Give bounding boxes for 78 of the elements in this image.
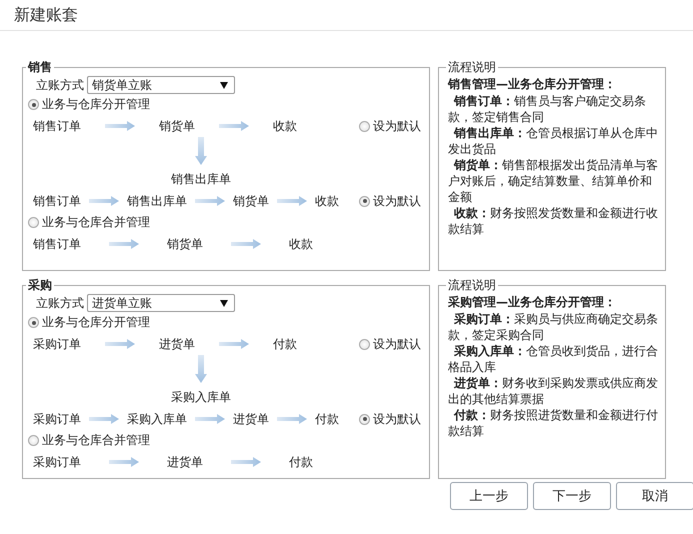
radio-label: 设为默认 — [373, 192, 421, 210]
flow-step: 采购订单 — [33, 454, 81, 470]
flow-step: 进货单 — [233, 410, 269, 428]
dialog-title: 新建账套 — [14, 4, 78, 26]
help-text: 付款：财务按照进货数量和金额进行付款结算 — [448, 407, 659, 439]
arrow-icon — [105, 339, 135, 349]
flow-step: 采购订单 — [33, 410, 81, 428]
caret-icon — [220, 300, 228, 306]
radio-label: 设为默认 — [373, 336, 421, 352]
radio-button[interactable] — [359, 414, 370, 424]
method-select[interactable]: 销货单立账 — [87, 76, 235, 94]
radio-button[interactable] — [28, 317, 39, 328]
help-text: 采购入库单：仓管员收到货品，进行合格品入库 — [448, 343, 659, 375]
arrow-icon — [219, 121, 249, 131]
flow-step: 销售订单 — [33, 236, 81, 252]
arrow-icon — [105, 121, 135, 131]
section-legend: 流程说明 — [446, 277, 498, 294]
flow-step: 收款 — [273, 118, 297, 134]
radio-label: 业务与仓库合并管理 — [42, 214, 150, 231]
arrow-icon — [109, 457, 139, 467]
flow-step: 采购订单 — [33, 336, 81, 352]
arrow-icon — [195, 355, 207, 383]
help-text: 收款：财务按照发货数量和金额进行收款结算 — [448, 205, 659, 237]
radio-label: 业务与仓库分开管理 — [42, 96, 150, 113]
field-label: 立账方式 — [36, 76, 84, 94]
flow-step: 销售订单 — [33, 192, 81, 210]
flow-step: 收款 — [289, 236, 313, 252]
flow-step: 销货单 — [167, 236, 203, 252]
flow-step: 进货单 — [167, 454, 203, 470]
flow-step: 付款 — [315, 410, 339, 428]
arrow-icon — [277, 196, 307, 206]
radio-button[interactable] — [359, 338, 370, 350]
radio-label: 业务与仓库分开管理 — [42, 314, 150, 331]
flow-step: 收款 — [315, 192, 339, 210]
radio-label: 设为默认 — [373, 410, 421, 428]
arrow-icon — [231, 457, 261, 467]
section-legend: 流程说明 — [446, 59, 498, 76]
radio-button[interactable] — [28, 217, 39, 228]
radio-label: 设为默认 — [373, 118, 421, 134]
help-text: 销货单：销售部根据发出货品清单与客户对账后，确定结算数量、结算单价和金额 — [448, 157, 659, 205]
help-heading: 采购管理—业务仓库分开管理： — [448, 294, 617, 310]
flow-step: 付款 — [273, 336, 297, 352]
method-select[interactable]: 进货单立账 — [87, 294, 235, 312]
help-heading: 销售管理—业务仓库分开管理： — [448, 76, 617, 92]
help-text: 采购订单：采购员与供应商确定交易条款，签定采购合同 — [448, 311, 659, 343]
flow-step: 销售订单 — [33, 118, 81, 134]
flow-step: 销货单 — [233, 192, 269, 210]
help-text: 销售订单：销售员与客户确定交易条款，签定销售合同 — [448, 93, 647, 125]
arrow-icon — [195, 137, 207, 165]
arrow-icon — [89, 414, 119, 424]
section-legend: 销售 — [26, 59, 54, 76]
flow-step: 采购入库单 — [127, 410, 187, 428]
flow-step: 进货单 — [159, 336, 195, 352]
arrow-icon — [277, 414, 307, 424]
dialog-button[interactable]: 下一步 — [533, 482, 611, 510]
arrow-icon — [231, 239, 261, 249]
radio-button[interactable] — [28, 99, 39, 110]
help-text: 进货单：财务收到采购发票或供应商发出的其他结算票据 — [448, 375, 659, 407]
flow-step: 付款 — [289, 454, 313, 470]
arrow-icon — [109, 239, 139, 249]
arrow-icon — [195, 414, 225, 424]
field-label: 立账方式 — [36, 294, 84, 312]
radio-button[interactable] — [359, 196, 370, 206]
dialog-button[interactable]: 取消 — [616, 482, 693, 510]
radio-button[interactable] — [359, 120, 370, 132]
section-legend: 采购 — [26, 277, 54, 294]
radio-label: 业务与仓库合并管理 — [42, 432, 150, 449]
flow-step: 销售出库单 — [127, 192, 187, 210]
arrow-icon — [219, 339, 249, 349]
help-text: 销售出库单：仓管员根据订单从仓库中发出货品 — [448, 125, 659, 157]
flow-step: 销售出库单 — [171, 171, 231, 188]
radio-button[interactable] — [28, 435, 39, 446]
flow-step: 采购入库单 — [171, 389, 231, 406]
caret-icon — [220, 82, 228, 88]
arrow-icon — [195, 196, 225, 206]
flow-step: 销货单 — [159, 118, 195, 134]
dialog-button[interactable]: 上一步 — [450, 482, 528, 510]
arrow-icon — [89, 196, 119, 206]
